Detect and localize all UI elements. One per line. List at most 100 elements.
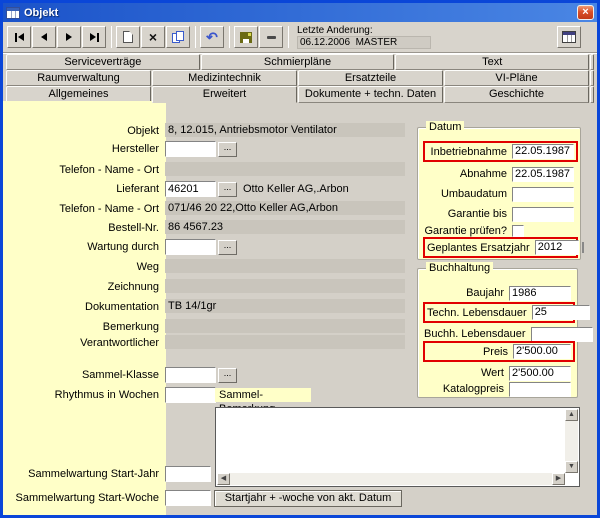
tab-vi-plaene[interactable]: VI-Pläne	[444, 70, 589, 86]
tab-servicevertraege[interactable]: Serviceverträge	[6, 54, 200, 70]
katalogpreis-field[interactable]	[509, 382, 571, 397]
save-button[interactable]	[234, 26, 258, 48]
baujahr-label: Baujahr	[424, 287, 504, 299]
start-woche-input[interactable]	[165, 490, 211, 506]
ersatzjahr-label: Geplantes Ersatzjahr	[427, 242, 530, 254]
zeichnung-label: Zeichnung	[3, 280, 159, 294]
previous-record-button[interactable]	[32, 26, 56, 48]
techn-lebensdauer-label: Techn. Lebensdauer	[427, 307, 527, 319]
start-jahr-input[interactable]	[165, 466, 211, 482]
zeichnung-value	[165, 279, 405, 293]
dokumentation-value: TB 14/1gr	[165, 299, 405, 313]
telefon2-label: Telefon - Name - Ort	[3, 202, 159, 216]
umbaudatum-label: Umbaudatum	[424, 188, 507, 200]
sammel-bemerkung-textarea[interactable]	[218, 410, 563, 471]
tab-dokumente-techn-daten[interactable]: Dokumente + techn. Daten	[298, 86, 443, 103]
close-button[interactable]: ×	[577, 5, 594, 20]
calendar-button[interactable]	[557, 26, 581, 48]
toolbar-separator	[229, 26, 230, 48]
delete-record-button[interactable]: ×	[141, 26, 165, 48]
ersatzjahr-row-highlight: Geplantes Ersatzjahr 2012	[423, 237, 578, 258]
ersatzjahr-field[interactable]: 2012	[535, 240, 579, 255]
start-jahr-label: Sammelwartung Start-Jahr	[3, 467, 159, 481]
hersteller-lookup-button[interactable]: ...	[218, 142, 237, 157]
horizontal-scrollbar[interactable]: ◀ ▶	[217, 473, 565, 485]
katalogpreis-label: Katalogpreis	[424, 383, 504, 395]
tab-text[interactable]: Text	[395, 54, 589, 70]
garantie-bis-field[interactable]	[512, 207, 574, 222]
preis-field[interactable]: 2'500.00	[513, 344, 571, 359]
baujahr-field[interactable]: 1986	[509, 286, 571, 301]
next-record-icon	[66, 33, 72, 41]
tab-erweitert[interactable]: Erweitert	[152, 86, 297, 103]
toolbar-separator	[111, 26, 112, 48]
abnahme-row: Abnahme 22.05.1987	[424, 166, 574, 182]
abnahme-label: Abnahme	[424, 168, 507, 180]
bemerkung-label: Bemerkung	[3, 320, 159, 334]
buchhaltung-group: Buchhaltung Baujahr 1986 Techn. Lebensda…	[417, 268, 578, 398]
scroll-left-icon[interactable]: ◀	[217, 473, 230, 485]
garantie-bis-row: Garantie bis	[424, 206, 574, 222]
inbetriebnahme-field[interactable]: 22.05.1987	[512, 144, 574, 159]
sammel-klasse-lookup-button[interactable]: ...	[218, 368, 237, 383]
startjahr-woche-button[interactable]: Startjahr + -woche von akt. Datum	[214, 490, 402, 507]
first-record-icon	[15, 33, 17, 42]
tab-geschichte[interactable]: Geschichte	[444, 86, 589, 103]
title-bar: Objekt ×	[3, 3, 597, 22]
techn-lebensdauer-field[interactable]: 25	[532, 305, 590, 320]
tab-stub	[590, 86, 594, 103]
tab-ersatzteile[interactable]: Ersatzteile	[298, 70, 443, 86]
garantie-pruefen-label: Garantie prüfen?	[424, 225, 507, 237]
sammel-klasse-label: Sammel-Klasse	[3, 368, 159, 382]
lieferant-lookup-button[interactable]: ...	[218, 182, 237, 197]
wartung-durch-input[interactable]	[165, 239, 216, 255]
tab-stub	[590, 54, 594, 70]
bestellnr-label: Bestell-Nr.	[3, 221, 159, 235]
toolbar-separator	[195, 26, 196, 48]
preis-row-highlight: Preis 2'500.00	[423, 341, 575, 362]
minus-button[interactable]	[259, 26, 283, 48]
ersatzjahr-picker-icon[interactable]	[582, 242, 584, 253]
new-record-button[interactable]	[116, 26, 140, 48]
weg-value	[165, 259, 405, 273]
preis-label: Preis	[427, 346, 508, 358]
sammel-klasse-input[interactable]	[165, 367, 216, 383]
weg-label: Weg	[3, 260, 159, 274]
objekt-value: 8, 12.015, Antriebsmotor Ventilator	[165, 123, 405, 137]
rhythmus-label: Rhythmus in Wochen	[3, 388, 159, 402]
tab-raumverwaltung[interactable]: Raumverwaltung	[6, 70, 151, 86]
rhythmus-input[interactable]	[165, 387, 216, 403]
tab-schmierplaene[interactable]: Schmierpläne	[201, 54, 395, 70]
techn-lebensdauer-row-highlight: Techn. Lebensdauer 25	[423, 302, 575, 323]
wert-field[interactable]: 2'500.00	[509, 366, 571, 381]
buchh-lebensdauer-field[interactable]	[531, 327, 593, 342]
wartung-durch-label: Wartung durch	[3, 240, 159, 254]
lieferant-name-ort: Otto Keller AG,.Arbon	[243, 182, 349, 196]
datum-group-title: Datum	[426, 121, 464, 133]
delete-icon: ×	[149, 30, 157, 44]
save-floppy-icon	[240, 32, 252, 43]
toolbar-separator	[288, 26, 289, 48]
bemerkung-value	[165, 319, 405, 333]
garantie-pruefen-checkbox[interactable]	[512, 225, 524, 237]
scroll-down-icon[interactable]: ▼	[565, 461, 578, 473]
scroll-right-icon[interactable]: ▶	[552, 473, 565, 485]
scroll-up-icon[interactable]: ▲	[565, 409, 578, 421]
next-record-button[interactable]	[57, 26, 81, 48]
vertical-scrollbar[interactable]: ▲ ▼	[565, 409, 578, 473]
copy-record-button[interactable]	[166, 26, 190, 48]
umbaudatum-field[interactable]	[512, 187, 574, 202]
toolbar: × ↶ Letzte Anderung: 06.12.2006 MASTER	[3, 22, 597, 53]
undo-button[interactable]: ↶	[200, 26, 224, 48]
tab-medizintechnik[interactable]: Medizintechnik	[152, 70, 297, 86]
first-record-button[interactable]	[7, 26, 31, 48]
wartung-durch-lookup-button[interactable]: ...	[218, 240, 237, 255]
tab-row-2: Raumverwaltung Medizintechnik Ersatzteil…	[6, 70, 594, 86]
buchhaltung-group-title: Buchhaltung	[426, 262, 493, 274]
undo-icon: ↶	[206, 31, 218, 43]
hersteller-input[interactable]	[165, 141, 216, 157]
abnahme-field[interactable]: 22.05.1987	[512, 167, 574, 182]
lieferant-input[interactable]	[165, 181, 216, 197]
objekt-window: Objekt × × ↶ Letzte Anderung: 06.12.2006…	[0, 0, 600, 518]
last-record-button[interactable]	[82, 26, 106, 48]
